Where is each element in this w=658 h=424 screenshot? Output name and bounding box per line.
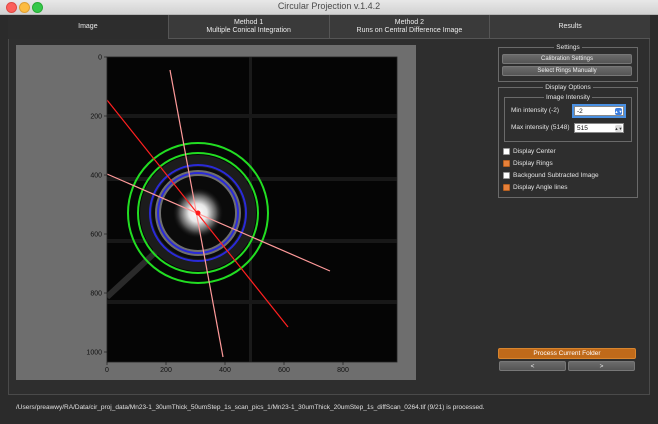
process-current-folder-button[interactable]: Process Current Folder bbox=[498, 348, 636, 359]
checkbox-label: Display Center bbox=[513, 147, 556, 155]
y-tick-label: 1000 bbox=[86, 350, 102, 357]
tab-method-1[interactable]: Method 1 Multiple Conical Integration bbox=[168, 15, 330, 39]
y-tick-label: 0 bbox=[98, 55, 102, 62]
display-rings-checkbox[interactable]: Display Rings bbox=[503, 158, 553, 168]
x-tick-label: 400 bbox=[219, 367, 231, 374]
stepper-arrows-icon[interactable]: ▲▼ bbox=[615, 108, 622, 115]
diffraction-figure: 0 200 400 600 800 1000 0 200 400 600 800 bbox=[86, 55, 398, 374]
select-rings-manually-button[interactable]: Select Rings Manually bbox=[502, 66, 632, 76]
button-label: Calibration Settings bbox=[540, 56, 594, 62]
max-intensity-spinbox[interactable]: 515 ▲▼ bbox=[574, 123, 624, 133]
checkbox-checked-icon[interactable] bbox=[503, 159, 510, 167]
min-intensity-value: -2 bbox=[577, 107, 583, 115]
min-intensity-spinbox[interactable]: -2 ▲▼ bbox=[572, 104, 626, 118]
image-plot[interactable]: 0 200 400 600 800 1000 0 200 400 600 800 bbox=[16, 45, 416, 380]
x-tick-label: 600 bbox=[278, 367, 290, 374]
button-label: > bbox=[599, 362, 604, 370]
image-intensity-group: Image Intensity bbox=[504, 94, 632, 142]
checkbox-label: Display Angle lines bbox=[513, 183, 568, 191]
tab-results[interactable]: Results bbox=[490, 15, 650, 39]
max-intensity-value: 515 bbox=[577, 124, 588, 132]
status-message: /Users/preawwy/RA/Data/cir_proj_data/Mn2… bbox=[16, 404, 485, 411]
display-options-legend: Display Options bbox=[545, 84, 591, 91]
window-title: Circular Projection v.1.4.2 bbox=[277, 1, 381, 11]
settings-legend: Settings bbox=[556, 44, 580, 51]
x-tick-label: 200 bbox=[160, 367, 172, 374]
tab-image[interactable]: Image bbox=[8, 15, 169, 39]
tab-label: Method 1 Multiple Conical Integration bbox=[206, 18, 291, 34]
y-tick-label: 400 bbox=[90, 173, 102, 180]
checkbox-icon[interactable] bbox=[503, 171, 510, 179]
center-marker bbox=[195, 210, 201, 216]
calibration-settings-button[interactable]: Calibration Settings bbox=[502, 54, 632, 64]
stepper-arrows-icon[interactable]: ▲▼ bbox=[615, 125, 622, 132]
y-tick-label: 200 bbox=[90, 114, 102, 121]
title-bar: Circular Projection v.1.4.2 bbox=[0, 0, 658, 15]
background-subtracted-checkbox[interactable]: Backgound Subtracted Image bbox=[503, 170, 599, 180]
checkbox-checked-icon[interactable] bbox=[503, 183, 510, 191]
button-label: Select Rings Manually bbox=[537, 68, 597, 74]
x-tick-label: 800 bbox=[337, 367, 349, 374]
display-angle-lines-checkbox[interactable]: Display Angle lines bbox=[503, 182, 568, 192]
checkbox-label: Backgound Subtracted Image bbox=[513, 171, 599, 179]
y-tick-label: 600 bbox=[90, 232, 102, 239]
checkbox-label: Display Rings bbox=[513, 159, 553, 167]
max-intensity-label: Max intensity (5148) bbox=[511, 124, 570, 131]
min-intensity-label: Min intensity (-2) bbox=[511, 107, 560, 114]
tab-label: Image bbox=[78, 23, 98, 30]
button-label: Process Current Folder bbox=[533, 350, 601, 357]
next-button[interactable]: > bbox=[568, 361, 635, 371]
display-center-checkbox[interactable]: Display Center bbox=[503, 146, 556, 156]
detector-gap-horizontal bbox=[107, 114, 397, 118]
y-tick-label: 800 bbox=[90, 291, 102, 298]
button-label: < bbox=[530, 362, 535, 370]
image-intensity-legend: Image Intensity bbox=[545, 94, 591, 101]
x-tick-label: 0 bbox=[105, 367, 109, 374]
previous-button[interactable]: < bbox=[499, 361, 566, 371]
detector-gap-horizontal bbox=[107, 300, 397, 304]
tab-label: Results bbox=[558, 22, 582, 30]
tab-method-2[interactable]: Method 2 Runs on Central Difference Imag… bbox=[329, 15, 491, 39]
tab-label: Method 2 Runs on Central Difference Imag… bbox=[356, 18, 463, 34]
tab-bar: Image Method 1 Multiple Conical Integrat… bbox=[8, 15, 650, 39]
checkbox-icon[interactable] bbox=[503, 147, 510, 155]
